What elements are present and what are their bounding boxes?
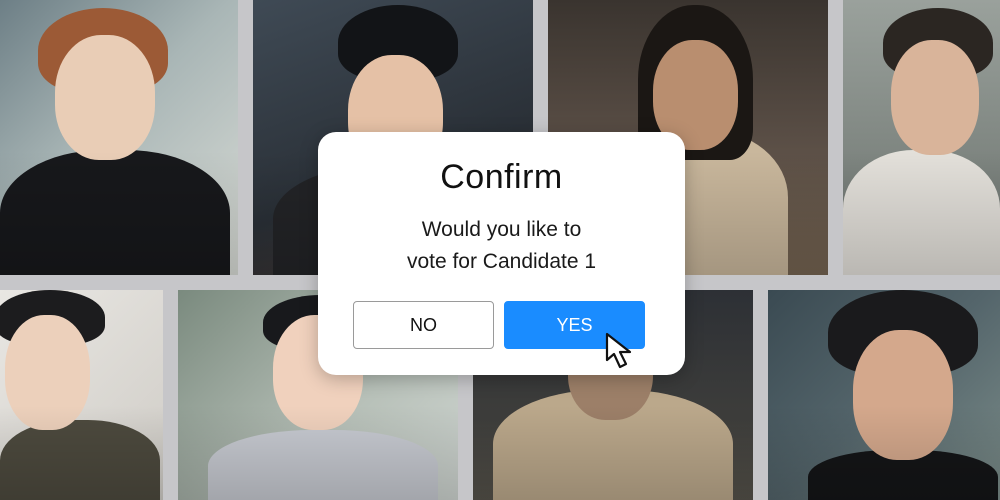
app-screen: Confirm Would you like to vote for Candi… <box>0 0 1000 500</box>
candidate-photo <box>768 290 1000 500</box>
no-button[interactable]: NO <box>353 301 494 349</box>
dialog-message-line: Would you like to <box>421 218 582 241</box>
dialog-title: Confirm <box>440 158 563 196</box>
candidate-photo <box>0 0 238 275</box>
dialog-message: Would you like to vote for Candidate 1 <box>318 214 685 278</box>
mouse-pointer-icon <box>605 332 632 369</box>
candidate-photo <box>0 290 163 500</box>
dialog-message-line: vote for Candidate 1 <box>406 250 597 273</box>
candidate-photo <box>843 0 1000 275</box>
